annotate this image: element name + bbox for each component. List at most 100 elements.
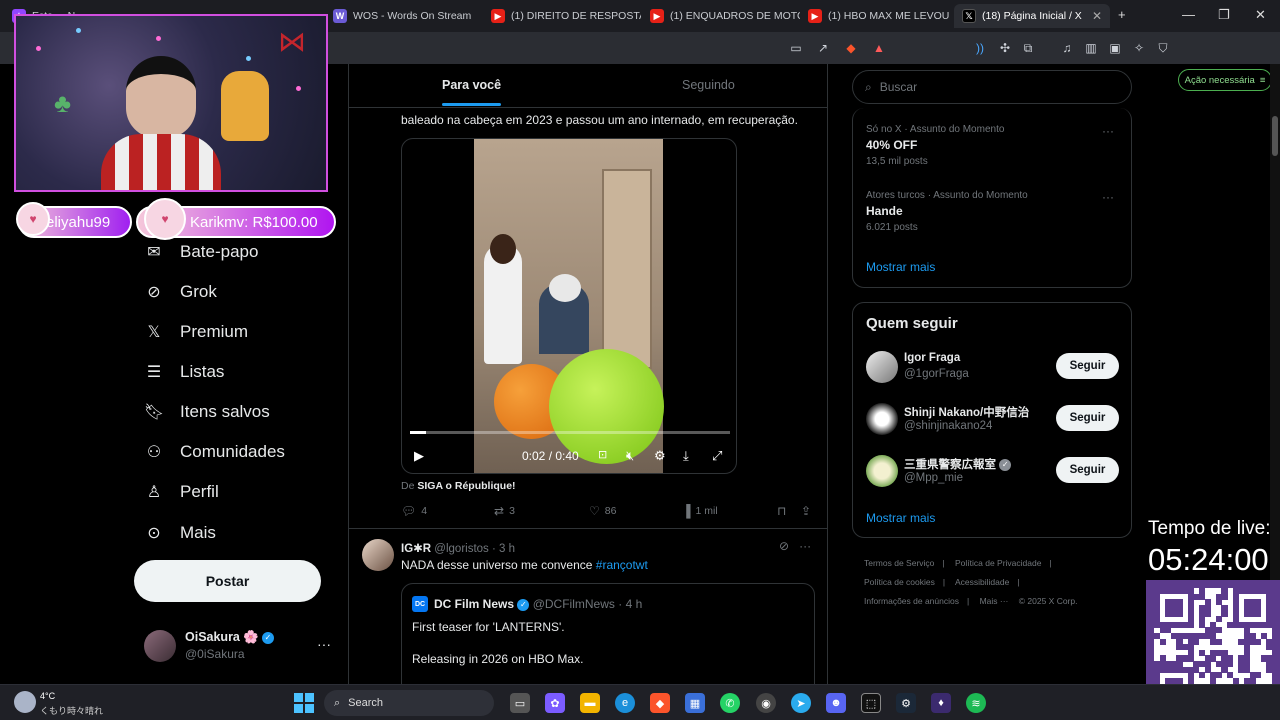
start-button[interactable] xyxy=(294,693,314,713)
weather-widget[interactable]: 4°C くもり時々晴れ xyxy=(14,689,134,717)
nav-item-profile[interactable]: ♙ Perfil xyxy=(144,478,219,506)
brave-icon[interactable]: ◆ xyxy=(650,693,670,713)
play-icon[interactable]: ▶ xyxy=(414,448,424,464)
video-source[interactable]: De SIGA o République! xyxy=(401,480,516,492)
nav-item-premium[interactable]: 𝕏 Premium xyxy=(144,318,248,346)
steam-icon[interactable]: ⚙ xyxy=(896,693,916,713)
video-progress-bar[interactable] xyxy=(410,431,730,434)
action-needed-button[interactable]: Ação necessária ≡ xyxy=(1178,69,1272,91)
author-handle[interactable]: @lgoristos xyxy=(434,543,489,555)
browser-tab[interactable]: ▶ (1) DIREITO DE RESPOSTA! E xyxy=(483,4,641,28)
like-button[interactable]: ♡ 86 xyxy=(589,504,616,518)
audio-icon[interactable]: )) xyxy=(972,40,988,56)
discord-icon[interactable]: ☻ xyxy=(826,693,846,713)
quote-author-name: DC Film News xyxy=(434,597,515,611)
vpn-icon[interactable]: ⛉ xyxy=(1155,40,1171,56)
quote-tweet[interactable]: DC DC Film News ✓ @DCFilmNews · 4 h Firs… xyxy=(401,583,815,684)
browser-tab[interactable]: ▶ (1) HBO MAX ME LEVOU PA xyxy=(800,4,952,28)
search-input[interactable]: ⌕ Buscar xyxy=(852,70,1132,104)
edge-icon[interactable]: e xyxy=(615,693,635,713)
grok-icon[interactable]: ⊘ xyxy=(779,539,789,553)
post-button[interactable]: Postar xyxy=(134,560,321,602)
repost-button[interactable]: ⇄ 3 xyxy=(494,504,515,518)
new-tab-button[interactable]: + xyxy=(1118,7,1126,22)
nav-item-grok[interactable]: ⊘ Grok xyxy=(144,278,217,306)
app-icon[interactable]: ♦ xyxy=(931,693,951,713)
share-icon[interactable]: ↗ xyxy=(815,40,831,56)
cast-icon[interactable]: ▭ xyxy=(788,40,804,56)
account-switcher[interactable]: OiSakura 🌸 ✓ @0iSakura ··· xyxy=(144,628,334,664)
follow-suggestion[interactable]: Igor Fraga @1gorFraga Seguir xyxy=(866,351,1126,387)
wallet-icon[interactable]: ▣ xyxy=(1107,40,1123,56)
hashtag-link[interactable]: #rançotwt xyxy=(596,558,648,572)
task-view-icon[interactable]: ▭ xyxy=(510,693,530,713)
views-button[interactable]: ▐ 1 mil xyxy=(682,504,718,518)
nav-item-bookmarks[interactable]: 🔖︎ Itens salvos xyxy=(144,398,270,426)
store-icon[interactable]: ▦ xyxy=(685,693,705,713)
footer-link[interactable]: Acessibilidade xyxy=(955,577,1009,587)
tab-for-you[interactable]: Para você xyxy=(442,78,502,106)
tweet[interactable]: IG✱R @lgoristos · 3 h ⊘ ··· NADA desse u… xyxy=(349,529,827,684)
more-options-icon[interactable]: ··· xyxy=(317,636,331,652)
trend-item[interactable]: Atores turcos · Assunto do Momento Hande… xyxy=(866,190,1122,233)
sidebar-icon[interactable]: ▥ xyxy=(1083,40,1099,56)
avatar xyxy=(866,351,898,383)
bookmark-button[interactable]: ⊓ xyxy=(777,504,786,518)
file-explorer-icon[interactable]: ▬ xyxy=(580,693,600,713)
follow-button[interactable]: Seguir xyxy=(1056,405,1119,431)
nav-item-communities[interactable]: ⚇ Comunidades xyxy=(144,438,285,466)
more-icon[interactable]: ··· xyxy=(799,539,811,553)
footer-link[interactable]: Informações de anúncios xyxy=(864,596,959,606)
settings-icon[interactable]: ⚙ xyxy=(654,448,666,464)
telegram-icon[interactable]: ➤ xyxy=(791,693,811,713)
extensions-icon[interactable]: ✣ xyxy=(997,40,1013,56)
obs-icon[interactable]: ◉ xyxy=(756,693,776,713)
browser-tab[interactable]: ▶ (1) ENQUADROS DE MOTO xyxy=(642,4,800,28)
reply-button[interactable]: 💬︎ 4 xyxy=(401,504,427,518)
close-tab-icon[interactable]: ✕ xyxy=(1092,9,1102,23)
nav-item-more[interactable]: ⊙ Mais xyxy=(144,519,216,547)
pip-icon[interactable]: ⤓ xyxy=(683,448,689,464)
more-icon[interactable]: ··· xyxy=(1102,124,1114,138)
footer-link[interactable]: Mais ··· xyxy=(980,596,1009,606)
footer-link[interactable]: Política de cookies xyxy=(864,577,935,587)
avatar[interactable] xyxy=(362,539,394,571)
minimize-icon[interactable]: — xyxy=(1182,7,1195,22)
video-player[interactable]: ▶ 0:02 / 0:40 ⊡ 🔇︎ ⚙ ⤓ ⤢ xyxy=(401,138,737,474)
share-button[interactable]: ⇪ xyxy=(801,504,811,518)
tab-following[interactable]: Seguindo xyxy=(682,78,735,92)
follow-button[interactable]: Seguir xyxy=(1056,457,1119,483)
follow-suggestion[interactable]: 三重県警察広報室 ✓ @Mpp_mie Seguir xyxy=(866,455,1126,491)
mute-icon[interactable]: 🔇︎ xyxy=(626,448,634,464)
brave-shield-icon[interactable]: ◆ xyxy=(843,40,859,56)
follow-show-more-link[interactable]: Mostrar mais xyxy=(866,511,935,525)
follow-suggestion[interactable]: Shinji Nakano/中野信治 @shinjinakano24 Segui… xyxy=(866,403,1126,439)
browser-tab-active[interactable]: 𝕏 (18) Página Inicial / X ✕ xyxy=(954,4,1110,28)
footer-link[interactable]: Termos de Serviço xyxy=(864,558,934,568)
copilot-icon[interactable]: ✿ xyxy=(545,693,565,713)
capcut-icon[interactable]: ⬚ xyxy=(861,693,881,713)
captions-icon[interactable]: ⊡ xyxy=(598,448,607,461)
scrollbar-thumb[interactable] xyxy=(1272,116,1278,156)
nav-item-chat[interactable]: ✉ Bate-papo xyxy=(144,238,258,266)
media-icon[interactable]: ♫ xyxy=(1059,40,1075,56)
trends-show-more-link[interactable]: Mostrar mais xyxy=(866,260,935,274)
fullscreen-icon[interactable]: ⤢ xyxy=(712,448,722,464)
nav-item-lists[interactable]: ☰ Listas xyxy=(144,358,225,386)
spotify-icon[interactable]: ≋ xyxy=(966,693,986,713)
trend-item[interactable]: Só no X · Assunto do Momento 40% OFF 13,… xyxy=(866,124,1122,167)
screenshot-icon[interactable]: ⧉ xyxy=(1020,40,1036,56)
tab-label: (1) ENQUADROS DE MOTO xyxy=(670,10,800,22)
whatsapp-icon[interactable]: ✆ xyxy=(720,693,740,713)
more-icon[interactable]: ··· xyxy=(1102,190,1114,204)
taskbar-search[interactable]: ⌕ Search xyxy=(324,690,494,716)
footer-link[interactable]: Política de Privacidade xyxy=(955,558,1041,568)
author-name[interactable]: IG✱R xyxy=(401,543,431,555)
maximize-icon[interactable]: ❐ xyxy=(1218,7,1230,23)
browser-tab[interactable]: W WOS - Words On Stream xyxy=(325,4,483,28)
brave-rewards-icon[interactable]: ▲ xyxy=(871,40,887,56)
follow-button[interactable]: Seguir xyxy=(1056,353,1119,379)
tab-label: (18) Página Inicial / X xyxy=(982,10,1082,22)
close-window-icon[interactable]: ✕ xyxy=(1255,7,1266,23)
leo-ai-icon[interactable]: ✧ xyxy=(1131,40,1147,56)
